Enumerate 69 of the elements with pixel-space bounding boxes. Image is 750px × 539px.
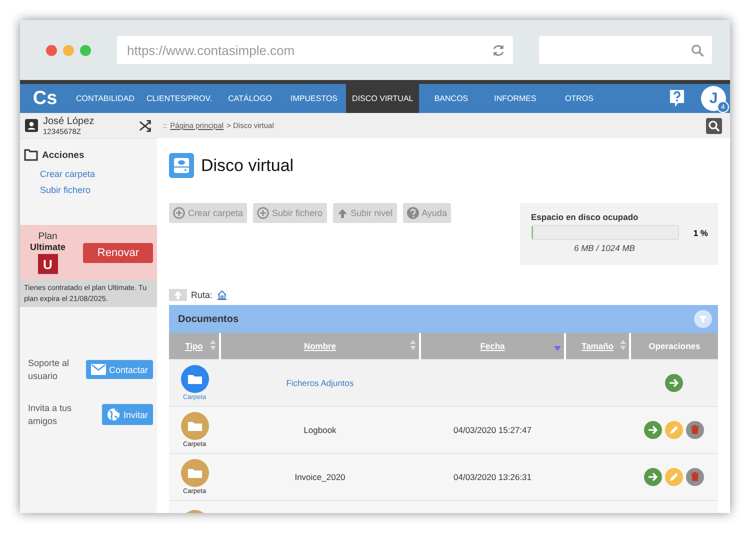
actions-heading: Acciones [42, 150, 84, 160]
filter-icon[interactable] [694, 310, 712, 328]
contact-card-icon [25, 119, 38, 132]
sort-icon [410, 340, 416, 350]
plus-circle-icon [173, 207, 185, 219]
avatar-initial: J [709, 90, 718, 107]
reload-icon[interactable] [492, 44, 505, 56]
hard-drive-icon [169, 153, 194, 178]
search-icon [691, 44, 704, 56]
column-header[interactable]: Nombre [220, 333, 420, 360]
plan-label: Plan [38, 231, 58, 242]
nav-tab[interactable]: CATÁLOGO [218, 84, 282, 113]
plan-badge: U [38, 254, 58, 274]
nav-tab[interactable]: DISCO VIRTUAL [346, 84, 420, 113]
folder-icon [24, 149, 38, 161]
arrow-right-icon[interactable] [644, 468, 662, 486]
trash-icon[interactable] [686, 421, 704, 439]
plus-circle-icon [257, 207, 270, 219]
arrow-right-icon[interactable] [644, 421, 662, 439]
action-link[interactable]: Subir fichero [40, 185, 157, 195]
nav-tab[interactable]: BANCOS [419, 84, 484, 113]
nav-tab[interactable]: INFORMES [483, 84, 548, 113]
disk-usage-title: Espacio en disco ocupado [531, 212, 640, 222]
folder-icon[interactable] [180, 412, 208, 440]
sort-icon [620, 340, 626, 350]
arrow-right-icon[interactable] [665, 374, 683, 392]
search-icon[interactable] [706, 118, 722, 134]
page-title: Disco virtual [201, 156, 294, 176]
support-button[interactable]: Contactar [86, 360, 153, 380]
mail-icon [90, 364, 106, 376]
nav-tab[interactable]: CONTABILIDAD [70, 84, 141, 113]
column-header[interactable]: Tamaño [565, 333, 630, 360]
globe-icon [107, 408, 120, 422]
search-field[interactable] [539, 36, 712, 64]
user-name: José López [43, 116, 96, 126]
home-icon[interactable] [216, 290, 227, 300]
nav-tab[interactable]: OTROS [547, 84, 612, 113]
help-icon [406, 207, 419, 219]
help-icon[interactable] [669, 89, 685, 108]
path-label: Ruta: [191, 290, 213, 300]
column-header[interactable]: Operaciones [630, 333, 718, 360]
column-header[interactable]: Fecha [420, 333, 565, 360]
plan-name: Ultimate [30, 242, 66, 252]
folder-icon[interactable] [180, 459, 208, 487]
trash-icon[interactable] [686, 468, 704, 486]
support-text: Invita a tus amigos [28, 402, 73, 428]
nav-tab[interactable]: IMPUESTOS [282, 84, 346, 113]
folder-icon[interactable] [180, 365, 208, 393]
renew-button[interactable]: Renovar [83, 242, 153, 262]
support-button[interactable]: Invitar [102, 404, 153, 426]
column-header[interactable]: Tipo [169, 333, 220, 360]
window-controls-icon[interactable] [46, 44, 91, 56]
table-title: Documentos [178, 314, 239, 324]
action-link[interactable]: Crear carpeta [40, 169, 157, 179]
sort-icon [210, 340, 216, 350]
date-cell: 04/03/2020 15:27:47 [454, 425, 532, 435]
logo[interactable]: Cs [20, 84, 70, 113]
support-text: Soporte al usuario [28, 357, 70, 382]
disk-usage-amount: 6 MB / 1024 MB [573, 243, 636, 253]
nav-tab[interactable]: CLIENTES/PROV. [140, 84, 218, 113]
arrow-up-icon [173, 290, 183, 300]
folder-name: Invoice_2020 [294, 472, 346, 482]
address-bar[interactable]: https://www.contasimple.com [117, 36, 513, 64]
date-cell: 04/03/2020 13:26:31 [454, 472, 532, 482]
folder-link[interactable]: Ficheros Adjuntos [286, 378, 354, 388]
arrow-up-icon [336, 208, 348, 218]
folder-name: Logbook [304, 425, 336, 435]
shuffle-icon[interactable] [139, 120, 151, 132]
disk-usage-percent: 1 % [693, 228, 708, 238]
